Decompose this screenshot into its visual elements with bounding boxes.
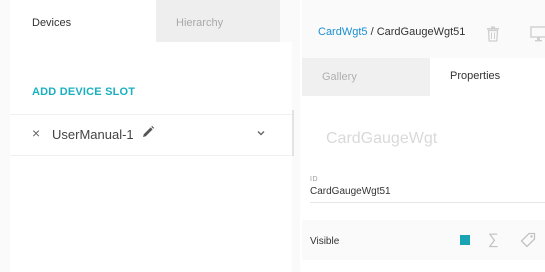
breadcrumb: CardWgt5 / CardGaugeWgt51: [318, 26, 465, 38]
tag-icon[interactable]: [520, 232, 536, 248]
breadcrumb-separator: /: [367, 26, 377, 38]
visible-checkbox[interactable]: [460, 235, 470, 245]
id-field-label: ID: [310, 176, 318, 183]
tab-properties[interactable]: Properties: [430, 58, 545, 96]
trash-icon[interactable]: [486, 26, 500, 42]
devices-panel: Devices Hierarchy ADD DEVICE SLOT × User…: [0, 0, 300, 272]
widget-title: CardGaugeWgt: [326, 130, 438, 147]
tab-gallery[interactable]: Gallery: [302, 58, 430, 96]
id-field[interactable]: CardGaugeWgt51: [310, 186, 391, 197]
right-tab-bar: Gallery Properties: [302, 58, 545, 96]
properties-form: CardGaugeWgt ID CardGaugeWgt51 Visible ∑: [302, 96, 545, 272]
devices-list-area: ADD DEVICE SLOT × UserManual-1: [10, 42, 292, 272]
properties-panel: CardWgt5 / CardGaugeWgt51 Gallery Proper…: [302, 0, 545, 272]
visible-property-row: Visible ∑: [302, 220, 545, 260]
panel-resize-handle[interactable]: [292, 110, 294, 156]
breadcrumb-parent-link[interactable]: CardWgt5: [318, 26, 368, 38]
breadcrumb-current: CardGaugeWgt51: [376, 26, 466, 38]
sigma-icon[interactable]: ∑: [488, 231, 499, 248]
pencil-icon[interactable]: [141, 125, 155, 139]
visible-label: Visible: [310, 236, 340, 247]
add-device-slot-button[interactable]: ADD DEVICE SLOT: [32, 86, 135, 98]
id-field-underline: [310, 202, 545, 203]
tab-hierarchy[interactable]: Hierarchy: [156, 0, 280, 42]
remove-device-icon[interactable]: ×: [32, 125, 40, 141]
device-slot-row[interactable]: × UserManual-1: [10, 114, 292, 156]
tab-devices[interactable]: Devices: [10, 0, 156, 42]
left-tab-bar: Devices Hierarchy: [10, 0, 300, 42]
chevron-down-icon[interactable]: [255, 126, 267, 138]
monitor-icon[interactable]: [530, 26, 545, 42]
device-name: UserManual-1: [52, 127, 134, 142]
